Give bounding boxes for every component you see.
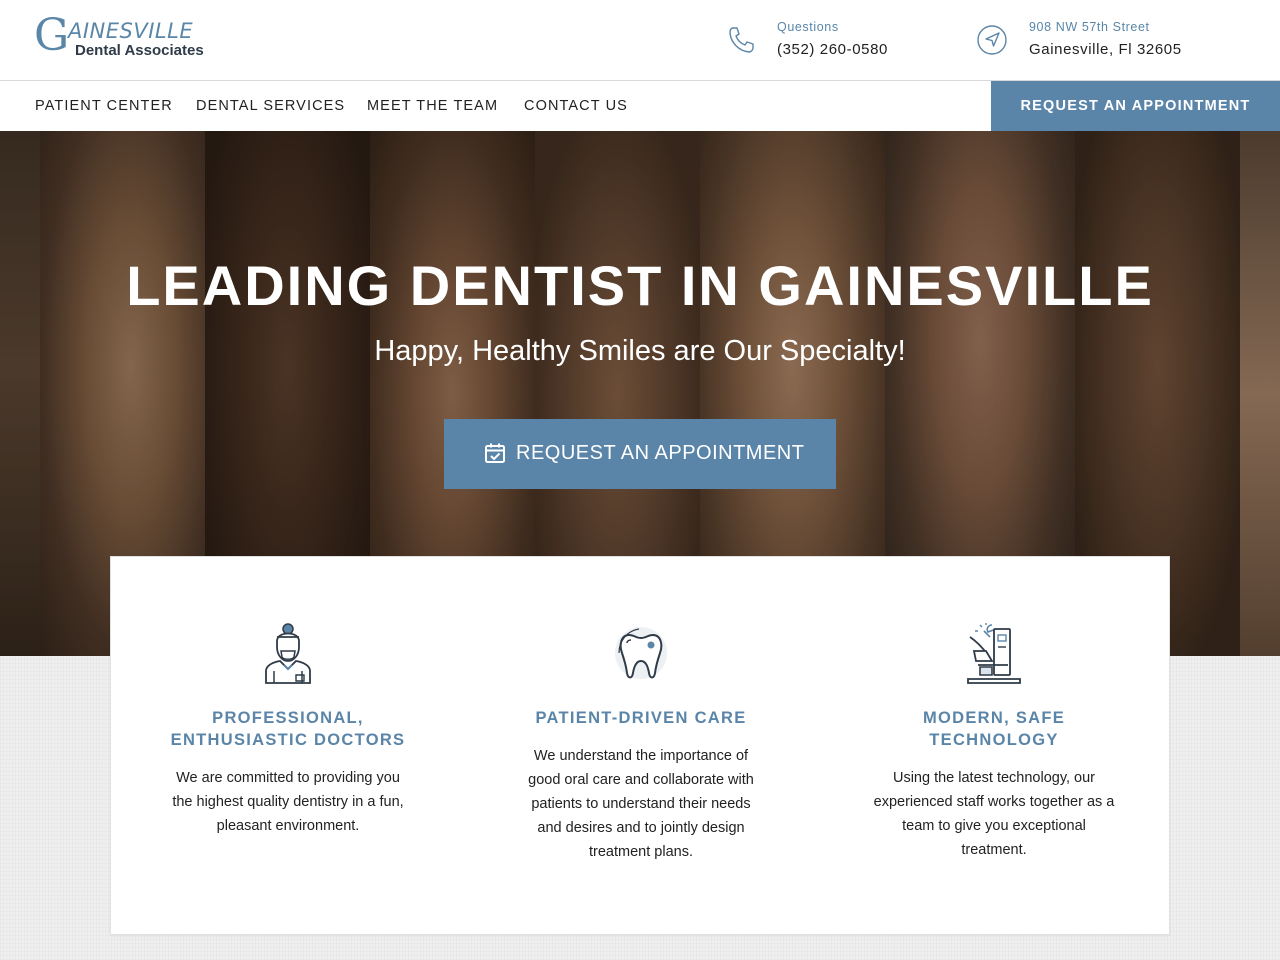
phone-number[interactable]: (352) 260-0580	[777, 41, 888, 58]
feature-description: We understand the importance of good ora…	[528, 748, 754, 860]
site-header: G AINESVILLE Dental Associates Questions…	[0, 0, 1280, 81]
main-nav: PATIENT CENTER DENTAL SERVICES MEET THE …	[0, 81, 1280, 131]
address-street: 908 NW 57th Street	[1029, 20, 1150, 34]
address-city: Gainesville, Fl 32605	[1029, 41, 1182, 58]
feature-title-line1: PATIENT-DRIVEN CARE	[535, 709, 747, 727]
logo-wordmark-bottom: Dental Associates	[75, 42, 204, 59]
feature-title-line1: PROFESSIONAL,	[212, 709, 364, 727]
nav-item-contact-us[interactable]: CONTACT US	[524, 98, 628, 114]
dentist-doctor-icon	[265, 623, 311, 684]
nav-item-patient-center[interactable]: PATIENT CENTER	[35, 98, 173, 114]
hero-subtitle: Happy, Healthy Smiles are Our Specialty!	[374, 335, 906, 367]
phone-contact[interactable]: Questions (352) 260-0580	[726, 20, 906, 64]
nav-request-appointment-button[interactable]: REQUEST AN APPOINTMENT	[991, 81, 1280, 131]
dental-chair-icon	[967, 623, 1021, 684]
feature-title-line2: TECHNOLOGY	[929, 731, 1059, 749]
logo-wordmark-top: AINESVILLE	[68, 19, 194, 43]
nav-item-meet-the-team[interactable]: MEET THE TEAM	[367, 98, 498, 114]
phone-icon	[729, 27, 754, 53]
hero-title: LEADING DENTIST IN GAINESVILLE	[126, 254, 1154, 317]
logo-letter: G	[34, 10, 70, 61]
feature-title-line2: ENTHUSIASTIC DOCTORS	[170, 731, 406, 749]
features-card: PROFESSIONAL, ENTHUSIASTIC DOCTORS We ar…	[110, 556, 1170, 935]
calendar-check-icon	[485, 443, 505, 463]
feature-description: Using the latest technology, our experie…	[873, 770, 1115, 858]
site-logo[interactable]: G AINESVILLE Dental Associates	[34, 14, 224, 63]
feature-title-line1: MODERN, SAFE	[922, 709, 1066, 727]
navigation-arrow-icon	[977, 25, 1007, 55]
hero-button-label: REQUEST AN APPOINTMENT	[516, 442, 805, 464]
phone-label: Questions	[777, 20, 839, 34]
nav-item-dental-services[interactable]: DENTAL SERVICES	[196, 98, 345, 114]
feature-description: We are committed to providing you the hi…	[172, 770, 404, 834]
hero-request-appointment-button[interactable]: REQUEST AN APPOINTMENT	[444, 419, 836, 489]
address-contact[interactable]: 908 NW 57th Street Gainesville, Fl 32605	[976, 20, 1206, 64]
tooth-icon	[615, 627, 667, 679]
